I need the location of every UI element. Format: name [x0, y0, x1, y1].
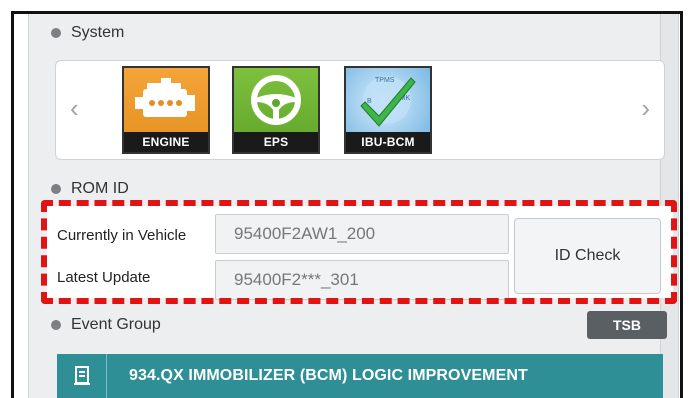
module-tile-eps[interactable]: EPS: [232, 66, 320, 154]
current-rom-field: 95400F2AW1_200: [215, 214, 509, 254]
event-title: 934.QX IMMOBILIZER (BCM) LOGIC IMPROVEME…: [129, 367, 528, 384]
rom-id-heading: ROM ID: [71, 180, 129, 197]
module-label: EPS: [234, 132, 318, 152]
event-item[interactable]: 934.QX IMMOBILIZER (BCM) LOGIC IMPROVEME…: [57, 354, 663, 398]
latest-label: Latest Update: [57, 269, 151, 286]
steering-wheel-icon: [234, 68, 318, 132]
module-tile-engine[interactable]: ENGINE: [122, 66, 210, 154]
module-label: IBU-BCM: [346, 132, 430, 152]
document-icon: [57, 354, 107, 398]
event-group-section-header: Event Group: [51, 316, 161, 334]
content-panel: System ‹ ENGINE EPS TPMS B SMK IBU-BCM ›…: [28, 14, 679, 398]
bullet-icon: [51, 28, 61, 38]
tsb-button[interactable]: TSB: [587, 311, 667, 339]
module-label: ENGINE: [124, 132, 208, 152]
rom-id-section-header: ROM ID: [51, 180, 129, 198]
system-heading: System: [71, 24, 125, 41]
system-section-header: System: [51, 24, 124, 42]
id-check-button[interactable]: ID Check: [514, 218, 661, 294]
bullet-icon: [51, 184, 61, 194]
module-carousel: ‹ ENGINE EPS TPMS B SMK IBU-BCM ›: [55, 60, 665, 160]
current-label: Currently in Vehicle: [57, 227, 187, 244]
app-window: System ‹ ENGINE EPS TPMS B SMK IBU-BCM ›…: [11, 11, 683, 398]
event-group-heading: Event Group: [71, 316, 161, 333]
checkmark-icon: TPMS B SMK: [346, 68, 430, 132]
latest-rom-field: 95400F2***_301: [215, 260, 509, 300]
bullet-icon: [51, 320, 61, 330]
badge-b: B: [367, 98, 372, 105]
chevron-right-icon[interactable]: ›: [641, 95, 650, 121]
engine-icon: [124, 68, 208, 132]
module-tile-ibu-bcm[interactable]: TPMS B SMK IBU-BCM: [344, 66, 432, 154]
badge-tpms: TPMS: [375, 77, 395, 84]
chevron-left-icon[interactable]: ‹: [70, 95, 79, 121]
